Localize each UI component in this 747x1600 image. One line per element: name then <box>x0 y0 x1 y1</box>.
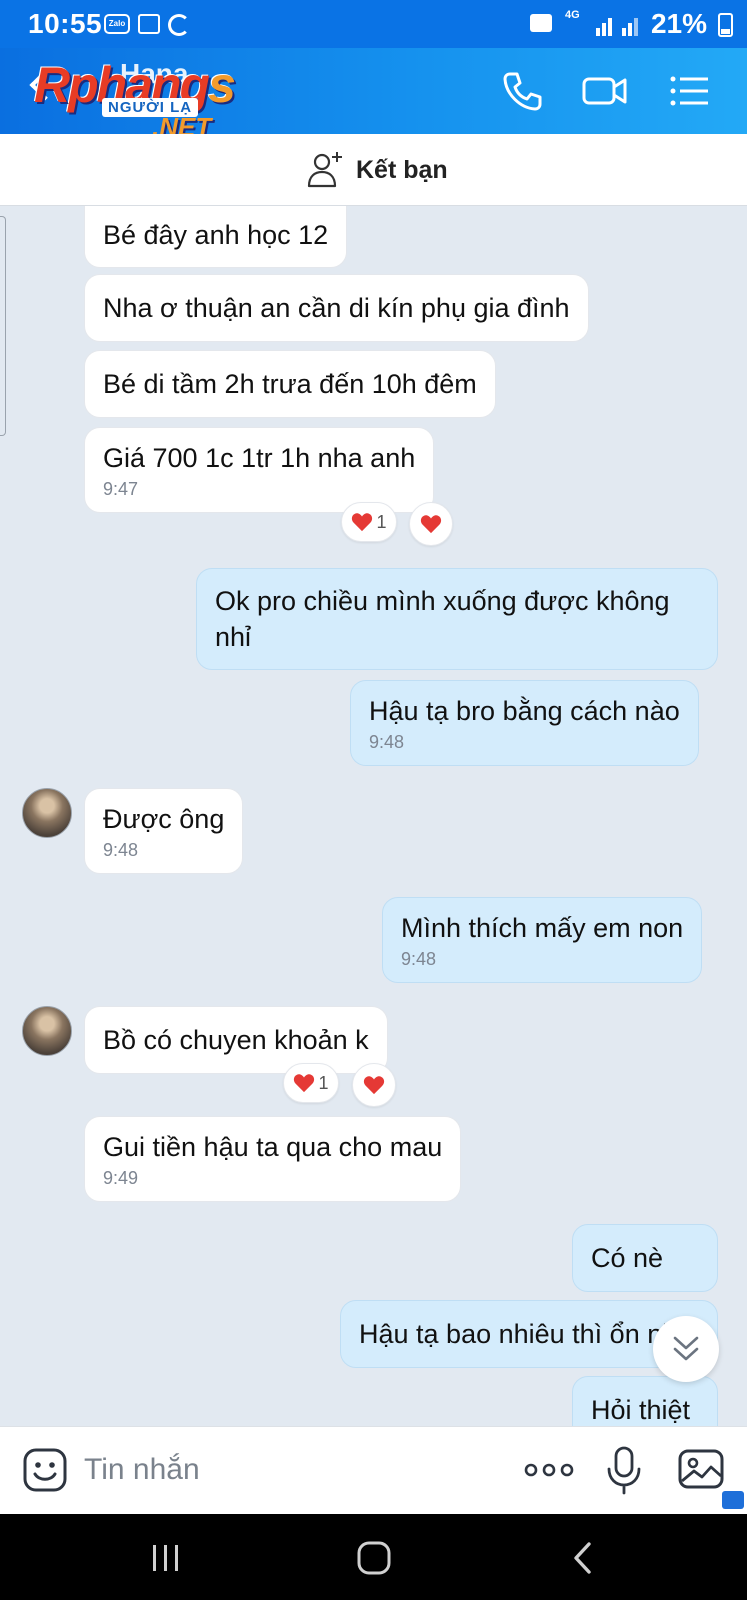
chat-area[interactable]: Bé đây anh học 12 Nha ơ thuận an cần di … <box>0 206 747 1426</box>
message-bubble[interactable]: Nha ơ thuận an cần di kín phụ gia đình <box>84 274 589 342</box>
add-friend-bar: Kết bạn <box>0 134 747 206</box>
heart-icon <box>420 515 442 534</box>
message-time: 9:48 <box>369 732 405 752</box>
battery-level: 21% <box>650 8 707 39</box>
folder-upload-icon <box>722 1491 744 1509</box>
message-bubble[interactable]: Được ông 9:48 <box>84 788 244 874</box>
message-bubble[interactable]: Bé đây anh học 12 <box>84 206 348 268</box>
heart-icon <box>294 1074 315 1093</box>
heart-icon <box>352 513 373 532</box>
folder-icon <box>530 14 552 32</box>
message-input-bar: Tin nhắn <box>0 1426 747 1514</box>
scroll-indicator <box>0 216 6 436</box>
message-bubble[interactable]: Ok pro chiều mình xuống được không nhỉ <box>196 568 718 670</box>
recent-apps-icon[interactable] <box>144 1536 188 1580</box>
message-time: 9:47 <box>103 479 139 499</box>
status-time: 10:55 <box>28 8 103 39</box>
react-button[interactable] <box>409 502 453 546</box>
sync-icon <box>168 14 190 36</box>
reaction-summary[interactable]: 1 <box>341 502 397 542</box>
phone-icon[interactable] <box>498 66 548 116</box>
zalo-icon: Zalo <box>104 14 130 34</box>
watermark-logo: Rphangs NGƯỜI LẠ .NET <box>34 57 236 142</box>
message-time: 9:48 <box>401 949 437 969</box>
status-bar: 10:55 Zalo 4G 21% <box>0 0 747 48</box>
heart-icon <box>363 1076 385 1095</box>
avatar[interactable] <box>22 1006 72 1056</box>
message-bubble[interactable]: Giá 700 1c 1tr 1h nha anh 9:47 <box>84 427 435 513</box>
video-call-icon[interactable] <box>580 66 630 116</box>
message-input[interactable]: Tin nhắn <box>84 1453 200 1487</box>
menu-icon[interactable] <box>664 66 714 116</box>
add-friend-icon <box>307 152 342 188</box>
reaction-summary[interactable]: 1 <box>283 1063 339 1103</box>
react-button[interactable] <box>352 1063 396 1107</box>
battery-icon <box>718 13 733 37</box>
image-icon[interactable] <box>676 1445 726 1495</box>
gallery-icon <box>138 14 160 34</box>
add-friend-button[interactable]: Kết bạn <box>306 148 448 192</box>
message-time: 9:49 <box>103 1168 139 1188</box>
scroll-to-bottom-button[interactable] <box>653 1316 719 1382</box>
message-time: 9:48 <box>103 840 139 860</box>
microphone-icon[interactable] <box>604 1445 644 1497</box>
message-bubble[interactable]: Gui tiền hậu ta qua cho mau 9:49 <box>84 1116 462 1202</box>
back-icon[interactable] <box>562 1536 606 1580</box>
home-icon[interactable] <box>352 1536 396 1580</box>
message-bubble[interactable]: Mình thích mấy em non 9:48 <box>382 897 703 983</box>
avatar[interactable] <box>22 788 72 838</box>
message-bubble[interactable]: Hỏi thiệt <box>572 1376 718 1426</box>
double-chevron-down-icon <box>673 1336 699 1361</box>
chat-header: Hana Rphangs NGƯỜI LẠ .NET <box>0 48 747 142</box>
system-navigation-bar <box>0 1514 747 1600</box>
add-friend-label: Kết bạn <box>356 155 448 184</box>
message-bubble[interactable]: Bồ có chuyen khoản k <box>84 1006 388 1074</box>
message-bubble[interactable]: Hậu tạ bro bằng cách nào 9:48 <box>350 680 699 766</box>
message-bubble[interactable]: Bé di tầm 2h trưa đến 10h đêm <box>84 350 496 418</box>
sticker-icon[interactable] <box>20 1445 70 1495</box>
network-type: 4G <box>565 9 580 21</box>
more-icon[interactable] <box>522 1455 576 1485</box>
message-bubble[interactable]: Có nè <box>572 1224 718 1292</box>
